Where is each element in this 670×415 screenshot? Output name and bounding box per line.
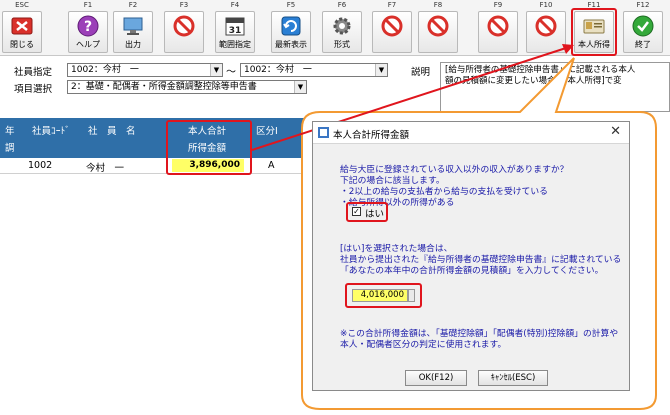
toolbar: ESC F1 F2 F3 F4 F5 F6 F7 F8 F9 F10 F11 F… bbox=[0, 0, 670, 56]
fkey-f7: F7 bbox=[387, 1, 397, 9]
f9-disabled-button[interactable] bbox=[478, 11, 518, 53]
output-button[interactable]: 出力 bbox=[113, 11, 153, 53]
chevron-down-icon[interactable]: ▼ bbox=[375, 64, 387, 76]
description-label: 説明 bbox=[411, 67, 431, 78]
close-x-icon bbox=[11, 17, 33, 35]
dialog-title: 本人合計所得金額 bbox=[333, 130, 410, 141]
question-line-3: ・2以上の給与の支払者から給与の支払を受けている bbox=[340, 187, 548, 197]
f8-disabled-button[interactable] bbox=[418, 11, 458, 53]
prohibited-icon bbox=[173, 15, 195, 37]
chevron-down-icon[interactable]: ▼ bbox=[210, 64, 222, 76]
fkey-f9: F9 bbox=[493, 1, 503, 9]
col-header-year: 年 bbox=[5, 126, 15, 137]
description-text-box: [給与所得者の基礎控除申告書」に記載される本人 額の見積額に変更したい場合に[本… bbox=[440, 62, 670, 112]
note-line-1: ※この合計所得金額は、「基礎控除額」「配偶者(特別)控除額」の計算や bbox=[340, 329, 619, 339]
prohibited-icon bbox=[487, 15, 509, 37]
calendar-icon: 31 bbox=[225, 17, 245, 36]
fkey-f4: F4 bbox=[230, 1, 240, 9]
output-monitor-icon bbox=[123, 17, 143, 35]
range-button[interactable]: 31 範囲指定 bbox=[215, 11, 255, 53]
employee-from-select[interactable]: 1002：今村 一 ▼ bbox=[67, 63, 223, 77]
refresh-button[interactable]: 最新表示 bbox=[271, 11, 311, 53]
self-income-highlight bbox=[571, 8, 617, 56]
exit-button[interactable]: 終了 bbox=[623, 11, 663, 53]
info-line-1: [はい]を選択された場合は、 bbox=[340, 244, 453, 254]
output-button-label: 出力 bbox=[125, 40, 141, 49]
fkey-f3: F3 bbox=[179, 1, 189, 9]
col-header-kubun: 区分Ⅰ bbox=[256, 126, 278, 137]
info-line-3: 「あなたの本年中の合計所得金額の見積額」を入力してください。 bbox=[340, 266, 604, 276]
help-button-label: ヘルプ bbox=[76, 40, 100, 49]
checkbox-highlight bbox=[346, 202, 388, 222]
refresh-icon bbox=[281, 16, 301, 36]
range-button-label: 範囲指定 bbox=[219, 40, 251, 49]
grid-header: 年 調 社員ｺｰﾄﾞ 社 員 名 本人合計 所得金額 区分Ⅰ bbox=[0, 118, 320, 158]
fkey-f12: F12 bbox=[636, 1, 650, 9]
employee-to-value: 1002：今村 一 bbox=[244, 65, 312, 75]
employee-to-select[interactable]: 1002：今村 一 ▼ bbox=[240, 63, 388, 77]
fkey-f5: F5 bbox=[286, 1, 296, 9]
amount-input-highlight bbox=[345, 283, 422, 308]
dialog-title-bar: 本人合計所得金額 ✕ bbox=[313, 122, 629, 144]
col-header-adjust: 調 bbox=[5, 143, 15, 154]
cell-code: 1002 bbox=[28, 160, 53, 171]
function-key-labels: ESC F1 F2 F3 F4 F5 F6 F7 F8 F9 F10 F11 F… bbox=[0, 0, 670, 11]
prohibited-icon bbox=[535, 15, 557, 37]
fkey-f2: F2 bbox=[128, 1, 138, 9]
item-select[interactable]: 2：基礎・配偶者・所得金額調整控除等申告書 ▼ bbox=[67, 80, 307, 94]
fkey-f1: F1 bbox=[83, 1, 93, 9]
close-button-label: 閉じる bbox=[10, 40, 34, 49]
col-header-code: 社員ｺｰﾄﾞ bbox=[32, 126, 71, 137]
prohibited-icon bbox=[427, 15, 449, 37]
f10-disabled-button[interactable] bbox=[526, 11, 566, 53]
question-line-2: 下記の場合に該当します。 bbox=[340, 176, 445, 186]
ok-button[interactable]: OK(F12) bbox=[405, 370, 467, 386]
app-window-icon bbox=[318, 127, 329, 138]
description-line-2: 額の見積額に変更したい場合に[本人所得]で変 bbox=[445, 76, 622, 86]
fkey-f8: F8 bbox=[433, 1, 443, 9]
close-button[interactable]: 閉じる bbox=[2, 11, 42, 53]
info-line-2: 社員から提出された『給与所得者の基礎控除申告書』に記載されている bbox=[340, 255, 622, 265]
item-value: 2：基礎・配偶者・所得金額調整控除等申告書 bbox=[71, 82, 257, 92]
employee-from-value: 1002：今村 一 bbox=[71, 65, 139, 75]
fkey-f10: F10 bbox=[539, 1, 553, 9]
fkey-f6: F6 bbox=[337, 1, 347, 9]
prohibited-icon bbox=[381, 15, 403, 37]
svg-text:?: ? bbox=[84, 19, 92, 35]
range-tilde: ～ bbox=[226, 67, 236, 78]
fkey-esc: ESC bbox=[15, 1, 29, 9]
f7-disabled-button[interactable] bbox=[372, 11, 412, 53]
cancel-button[interactable]: ｷｬﾝｾﾙ(ESC) bbox=[478, 370, 548, 386]
exit-button-label: 終了 bbox=[635, 40, 651, 49]
refresh-button-label: 最新表示 bbox=[275, 40, 307, 49]
cell-kubun: A bbox=[268, 160, 275, 171]
format-button[interactable]: 形式 bbox=[322, 11, 362, 53]
question-line-1: 給与大臣に登録されている収入以外の収入がありますか？ bbox=[340, 165, 569, 175]
help-question-icon: ? bbox=[77, 15, 99, 37]
format-button-label: 形式 bbox=[334, 40, 350, 49]
item-label: 項目選択 bbox=[14, 84, 53, 95]
col-header-name: 社 員 名 bbox=[88, 126, 136, 137]
gear-icon bbox=[333, 17, 351, 35]
help-button[interactable]: ? ヘルプ bbox=[68, 11, 108, 53]
f3-disabled-button[interactable] bbox=[164, 11, 204, 53]
calendar-number: 31 bbox=[229, 26, 242, 36]
chevron-down-icon[interactable]: ▼ bbox=[294, 81, 306, 93]
note-line-2: 本人・配偶者区分の判定に使用されます。 bbox=[340, 340, 507, 350]
description-line-1: [給与所得者の基礎控除申告書」に記載される本人 bbox=[445, 65, 636, 75]
income-column-highlight bbox=[166, 120, 252, 175]
table-row[interactable]: 1002 今村 一 A bbox=[0, 158, 320, 174]
check-circle-icon bbox=[632, 15, 654, 37]
cell-name: 今村 一 bbox=[86, 163, 125, 174]
close-icon[interactable]: ✕ bbox=[610, 124, 621, 139]
employee-label: 社員指定 bbox=[14, 67, 53, 78]
